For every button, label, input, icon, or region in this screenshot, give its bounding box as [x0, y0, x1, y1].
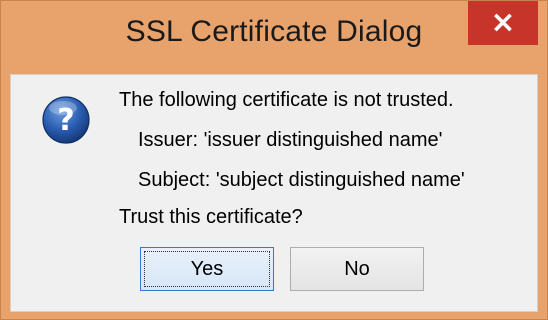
message-heading: The following certificate is not trusted…: [119, 89, 454, 111]
yes-button[interactable]: Yes: [140, 247, 274, 291]
trust-question: Trust this certificate?: [119, 206, 303, 228]
svg-text:?: ?: [57, 103, 74, 138]
dialog-window: SSL Certificate Dialog × ? The following…: [0, 0, 548, 320]
close-button[interactable]: ×: [468, 1, 538, 45]
issuer-text: Issuer: 'issuer distinguished name': [138, 129, 443, 151]
dialog-body: ? The following certificate is not trust…: [10, 74, 538, 312]
focus-rectangle: [144, 251, 270, 287]
window-title: SSL Certificate Dialog: [125, 15, 423, 48]
no-button[interactable]: No: [290, 247, 424, 291]
title-bar[interactable]: SSL Certificate Dialog ×: [1, 1, 547, 75]
subject-text: Subject: 'subject distinguished name': [138, 169, 465, 191]
question-icon: ?: [42, 96, 90, 144]
close-icon: ×: [490, 5, 516, 40]
no-button-label: No: [344, 257, 370, 280]
